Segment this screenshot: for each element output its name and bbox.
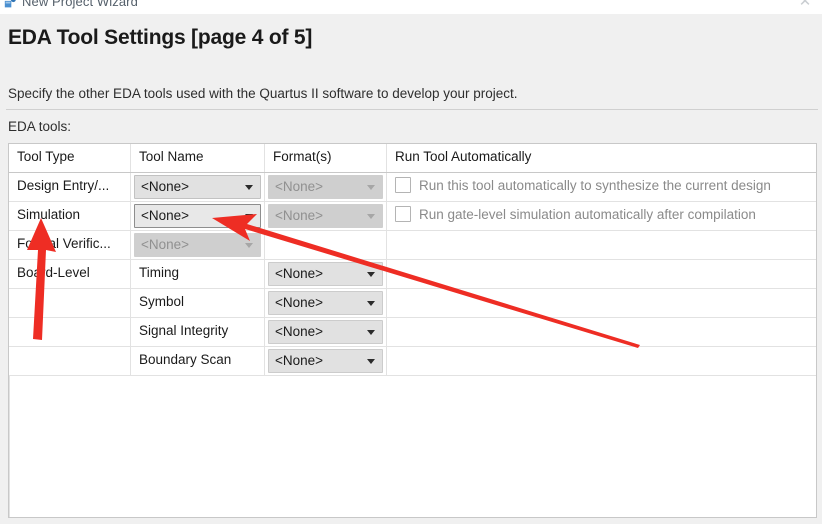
cell-tool-type: Formal Verific...	[9, 231, 131, 259]
close-icon[interactable]: ✕	[794, 0, 816, 12]
cell-run-tool	[387, 260, 816, 288]
cell-tool-type: Design Entry/...	[9, 173, 131, 201]
format-dropdown-signal-integrity[interactable]: <None>	[268, 320, 383, 344]
wizard-page: EDA Tool Settings [page 4 of 5] Specify …	[0, 14, 822, 524]
cell-run-tool: Run gate-level simulation automatically …	[387, 202, 816, 230]
dropdown-value: <None>	[275, 179, 323, 194]
quartus-app-icon	[4, 0, 17, 9]
format-dropdown-simulation[interactable]: <None>	[268, 204, 383, 228]
table-row: Symbol <None>	[9, 289, 816, 318]
format-dropdown-boundary-scan[interactable]: <None>	[268, 349, 383, 373]
table-row: Signal Integrity <None>	[9, 318, 816, 347]
cell-tool-name: <None>	[131, 202, 265, 230]
cell-format: <None>	[265, 173, 387, 201]
run-tool-label: Run gate-level simulation automatically …	[419, 207, 756, 222]
table-empty-area	[9, 376, 816, 518]
table-row: Simulation <None> <None>	[9, 202, 816, 231]
table-row: Formal Verific... <None>	[9, 231, 816, 260]
cell-tool-type	[9, 347, 131, 375]
cell-tool-name: Boundary Scan	[131, 347, 265, 375]
table-row: Board-Level Timing <None>	[9, 260, 816, 289]
tool-name-dropdown-simulation[interactable]: <None>	[134, 204, 261, 228]
window-titlebar: New Project Wizard ✕	[0, 0, 822, 14]
cell-run-tool: Run this tool automatically to synthesiz…	[387, 173, 816, 201]
format-dropdown-design-entry[interactable]: <None>	[268, 175, 383, 199]
cell-tool-type: Board-Level	[9, 260, 131, 288]
header-cell-run-tool-automatically: Run Tool Automatically	[387, 144, 816, 172]
chevron-down-icon	[245, 243, 253, 248]
tool-type-label: Board-Level	[17, 265, 90, 280]
format-dropdown-timing[interactable]: <None>	[268, 262, 383, 286]
dropdown-value: <None>	[275, 295, 323, 310]
dropdown-value: <None>	[275, 266, 323, 281]
run-tool-label: Run this tool automatically to synthesiz…	[419, 178, 771, 193]
chevron-down-icon	[367, 359, 375, 364]
cell-run-tool	[387, 347, 816, 375]
tool-name-label: Symbol	[139, 294, 184, 309]
eda-tools-table: Tool Type Tool Name Format(s) Run Tool A…	[8, 143, 817, 518]
run-tool-group: Run this tool automatically to synthesiz…	[395, 177, 771, 193]
header-label-run-tool: Run Tool Automatically	[395, 149, 531, 164]
cell-tool-type	[9, 289, 131, 317]
cell-format: <None>	[265, 347, 387, 375]
cell-format: <None>	[265, 202, 387, 230]
cell-tool-name: Signal Integrity	[131, 318, 265, 346]
table-row: Design Entry/... <None> <None>	[9, 173, 816, 202]
chevron-down-icon	[367, 330, 375, 335]
format-dropdown-symbol[interactable]: <None>	[268, 291, 383, 315]
chevron-down-icon	[367, 272, 375, 277]
page-description: Specify the other EDA tools used with th…	[8, 86, 518, 101]
dropdown-value: <None>	[141, 179, 189, 194]
chevron-down-icon	[367, 301, 375, 306]
chevron-down-icon	[245, 185, 253, 190]
tool-type-label: Design Entry/...	[17, 178, 109, 193]
cell-format	[265, 231, 387, 259]
page-title: EDA Tool Settings [page 4 of 5]	[8, 26, 312, 50]
header-cell-tool-name: Tool Name	[131, 144, 265, 172]
cell-run-tool	[387, 289, 816, 317]
tool-type-label: Formal Verific...	[17, 236, 111, 251]
cell-tool-name: Symbol	[131, 289, 265, 317]
header-cell-tool-type: Tool Type	[9, 144, 131, 172]
cell-tool-type: Simulation	[9, 202, 131, 230]
cell-run-tool	[387, 318, 816, 346]
cell-tool-type	[9, 318, 131, 346]
new-project-wizard-window: New Project Wizard ✕ EDA Tool Settings […	[0, 0, 822, 524]
tool-name-label: Timing	[139, 265, 179, 280]
run-tool-group: Run gate-level simulation automatically …	[395, 206, 756, 222]
tool-name-dropdown-design-entry[interactable]: <None>	[134, 175, 261, 199]
chevron-down-icon	[367, 185, 375, 190]
header-cell-formats: Format(s)	[265, 144, 387, 172]
run-tool-checkbox-design-entry[interactable]	[395, 177, 411, 193]
table-row: Boundary Scan <None>	[9, 347, 816, 376]
dropdown-value: <None>	[141, 208, 189, 223]
chevron-down-icon	[367, 214, 375, 219]
tool-name-dropdown-formal-verification[interactable]: <None>	[134, 233, 261, 257]
tool-name-label: Signal Integrity	[139, 323, 228, 338]
eda-tools-label: EDA tools:	[8, 119, 71, 134]
tool-type-label: Simulation	[17, 207, 80, 222]
run-tool-checkbox-simulation[interactable]	[395, 206, 411, 222]
header-label-tool-type: Tool Type	[17, 149, 75, 164]
window-title: New Project Wizard	[22, 0, 138, 9]
cell-format: <None>	[265, 318, 387, 346]
header-label-formats: Format(s)	[273, 149, 332, 164]
cell-format: <None>	[265, 260, 387, 288]
cell-run-tool	[387, 231, 816, 259]
dropdown-value: <None>	[141, 237, 189, 252]
horizontal-divider	[6, 109, 818, 110]
header-label-tool-name: Tool Name	[139, 149, 204, 164]
dropdown-value: <None>	[275, 353, 323, 368]
cell-tool-name: <None>	[131, 231, 265, 259]
tool-name-label: Boundary Scan	[139, 352, 231, 367]
cell-format: <None>	[265, 289, 387, 317]
cell-tool-name: Timing	[131, 260, 265, 288]
table-header-row: Tool Type Tool Name Format(s) Run Tool A…	[9, 144, 816, 173]
dropdown-value: <None>	[275, 324, 323, 339]
dropdown-value: <None>	[275, 208, 323, 223]
chevron-down-icon	[245, 214, 253, 219]
cell-tool-name: <None>	[131, 173, 265, 201]
